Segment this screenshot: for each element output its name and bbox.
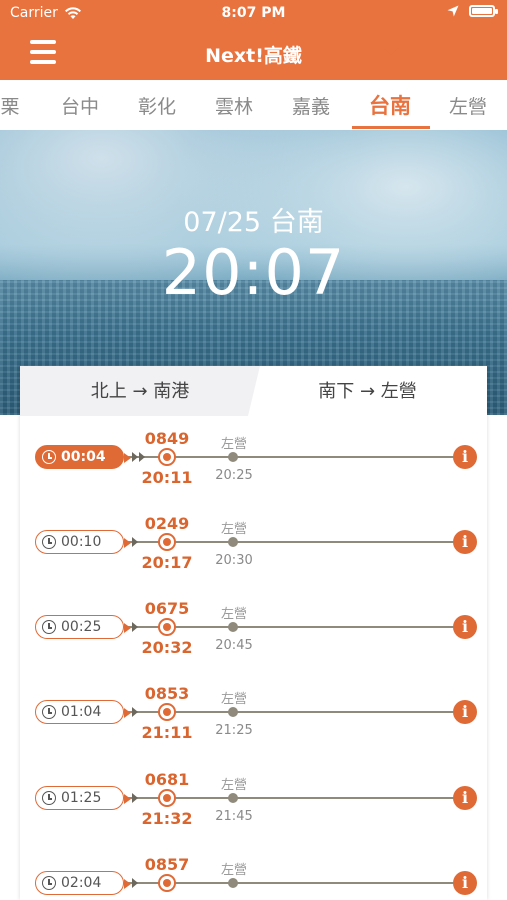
countdown-badge[interactable]: 00:10 — [35, 530, 131, 554]
train-number: 0853 — [144, 684, 190, 703]
countdown-text: 00:04 — [61, 449, 106, 465]
direction-arrow-icon — [139, 452, 145, 462]
countdown-text: 02:04 — [61, 875, 102, 891]
departure-time: 20:11 — [141, 468, 193, 487]
countdown-text: 00:25 — [61, 619, 102, 635]
countdown-badge[interactable]: 01:04 — [35, 700, 131, 724]
departure-time: 20:32 — [141, 638, 193, 657]
arrival-time: 20:30 — [215, 553, 253, 568]
station-tab[interactable]: 嘉義 — [281, 92, 341, 119]
arrival-time: 20:45 — [215, 638, 253, 653]
info-icon[interactable]: i — [453, 530, 477, 554]
train-number: 0249 — [144, 514, 190, 533]
destination-station: 左營 — [220, 778, 247, 793]
arrival-time: 21:45 — [215, 809, 253, 824]
info-icon[interactable]: i — [453, 700, 477, 724]
departure-station-node — [158, 533, 176, 551]
train-row[interactable]: 00:25 0675 20:32 左營 20:45 i — [20, 598, 487, 684]
timetable-card: 北上 → 南港 南下 → 左營 00:04 0849 20:11 左營 20:2… — [20, 366, 487, 900]
departure-station-node — [158, 874, 176, 892]
destination-station: 左營 — [220, 692, 247, 707]
status-bar: Carrier 8:07 PM — [0, 0, 507, 28]
tab-northbound[interactable]: 北上 → 南港 — [20, 366, 260, 416]
arrival-time: 21:25 — [215, 723, 253, 738]
nav-bar: Next!高鐵 — [0, 30, 507, 76]
arrival-station-node — [228, 452, 238, 462]
station-tab[interactable]: 彰化 — [127, 92, 187, 119]
direction-arrow-icon — [132, 452, 138, 462]
countdown-text: 01:04 — [61, 704, 102, 720]
info-icon[interactable]: i — [453, 871, 477, 895]
battery-icon — [469, 5, 498, 17]
train-row[interactable]: 01:04 0853 21:11 左營 21:25 i — [20, 683, 487, 769]
train-number: 0675 — [144, 599, 190, 618]
direction-arrow-icon — [132, 537, 138, 547]
destination-station: 左營 — [220, 437, 247, 452]
station-tab-selected[interactable]: 台南 — [360, 90, 420, 120]
arrival-station-node — [228, 793, 238, 803]
countdown-badge[interactable]: 02:04 — [35, 871, 131, 895]
direction-arrow-icon — [132, 878, 138, 888]
train-row[interactable]: 02:04 0857 左營 i — [20, 854, 487, 900]
countdown-text: 01:25 — [61, 790, 102, 806]
countdown-badge[interactable]: 00:25 — [35, 615, 131, 639]
selected-station-caret — [385, 49, 397, 55]
hero-clock: 20:07 — [161, 236, 346, 309]
info-icon[interactable]: i — [453, 445, 477, 469]
train-number: 0849 — [144, 429, 190, 448]
destination-station: 左營 — [220, 607, 247, 622]
info-icon[interactable]: i — [453, 615, 477, 639]
countdown-badge[interactable]: 01:25 — [35, 786, 131, 810]
train-row[interactable]: 00:10 0249 20:17 左營 20:30 i — [20, 513, 487, 599]
clock-icon — [42, 876, 56, 890]
departure-station-node — [158, 448, 176, 466]
train-row[interactable]: 00:04 0849 20:11 左營 20:25 i — [20, 428, 487, 514]
departure-time: 20:17 — [141, 553, 193, 572]
hero-date-station: 07/25 台南 — [183, 207, 324, 238]
station-tab[interactable]: 台中 — [50, 92, 110, 119]
clock-icon — [42, 450, 56, 464]
arrival-station-node — [228, 537, 238, 547]
station-tab[interactable]: 栗 — [0, 92, 40, 119]
station-tabs: 栗 台中 彰化 雲林 嘉義 台南 左營 — [0, 80, 507, 130]
station-tab[interactable]: 雲林 — [204, 92, 264, 119]
countdown-text: 00:10 — [61, 534, 102, 550]
direction-arrow-icon — [132, 622, 138, 632]
arrival-time: 20:25 — [215, 468, 253, 483]
departure-station-node — [158, 789, 176, 807]
clock-icon — [42, 620, 56, 634]
arrival-station-node — [228, 707, 238, 717]
destination-station: 左營 — [220, 863, 247, 878]
tab-southbound[interactable]: 南下 → 左營 — [248, 366, 487, 416]
departure-station-node — [158, 703, 176, 721]
clock-icon — [42, 535, 56, 549]
station-tab[interactable]: 左營 — [438, 92, 498, 119]
status-time: 8:07 PM — [221, 5, 286, 21]
selected-station-indicator — [352, 126, 430, 129]
clock-icon — [42, 705, 56, 719]
info-icon[interactable]: i — [453, 786, 477, 810]
direction-arrow-icon — [132, 793, 138, 803]
train-row[interactable]: 01:25 0681 21:32 左營 21:45 i — [20, 769, 487, 855]
status-right-group — [447, 5, 498, 17]
direction-arrow-icon — [132, 707, 138, 717]
destination-station: 左營 — [220, 522, 247, 537]
train-number: 0681 — [144, 770, 190, 789]
arrival-station-node — [228, 622, 238, 632]
train-number: 0857 — [144, 855, 190, 874]
location-arrow-icon — [447, 5, 459, 17]
top-bar: Carrier 8:07 PM Next!高鐵 — [0, 0, 507, 80]
departure-station-node — [158, 618, 176, 636]
clock-icon — [42, 791, 56, 805]
app-title: Next!高鐵 — [205, 45, 302, 67]
departure-time: 21:11 — [141, 723, 193, 742]
direction-tabs: 北上 → 南港 南下 → 左營 — [20, 366, 487, 416]
arrival-station-node — [228, 878, 238, 888]
countdown-badge[interactable]: 00:04 — [35, 445, 131, 469]
departure-time: 21:32 — [141, 809, 193, 828]
